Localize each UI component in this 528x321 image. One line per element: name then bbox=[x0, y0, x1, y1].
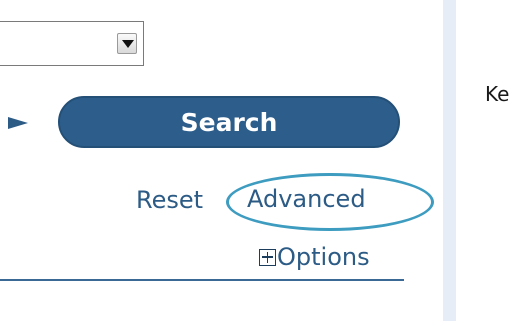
divider bbox=[0, 279, 404, 281]
advanced-link[interactable]: Advanced bbox=[247, 185, 366, 213]
side-panel-strip bbox=[443, 0, 456, 321]
arrow-right-icon bbox=[8, 117, 28, 129]
advanced-link-container: Advanced bbox=[226, 173, 434, 231]
chevron-down-icon[interactable] bbox=[117, 33, 137, 54]
options-label[interactable]: Options bbox=[277, 243, 370, 271]
options-toggle[interactable]: Options bbox=[259, 243, 370, 271]
plus-box-icon[interactable] bbox=[259, 248, 276, 266]
reset-link[interactable]: Reset bbox=[136, 186, 203, 214]
keyword-label: Ke bbox=[485, 82, 510, 106]
search-panel: Search Reset Advanced Options Ke bbox=[0, 0, 528, 321]
search-button[interactable]: Search bbox=[58, 96, 400, 148]
category-select[interactable] bbox=[0, 21, 144, 66]
